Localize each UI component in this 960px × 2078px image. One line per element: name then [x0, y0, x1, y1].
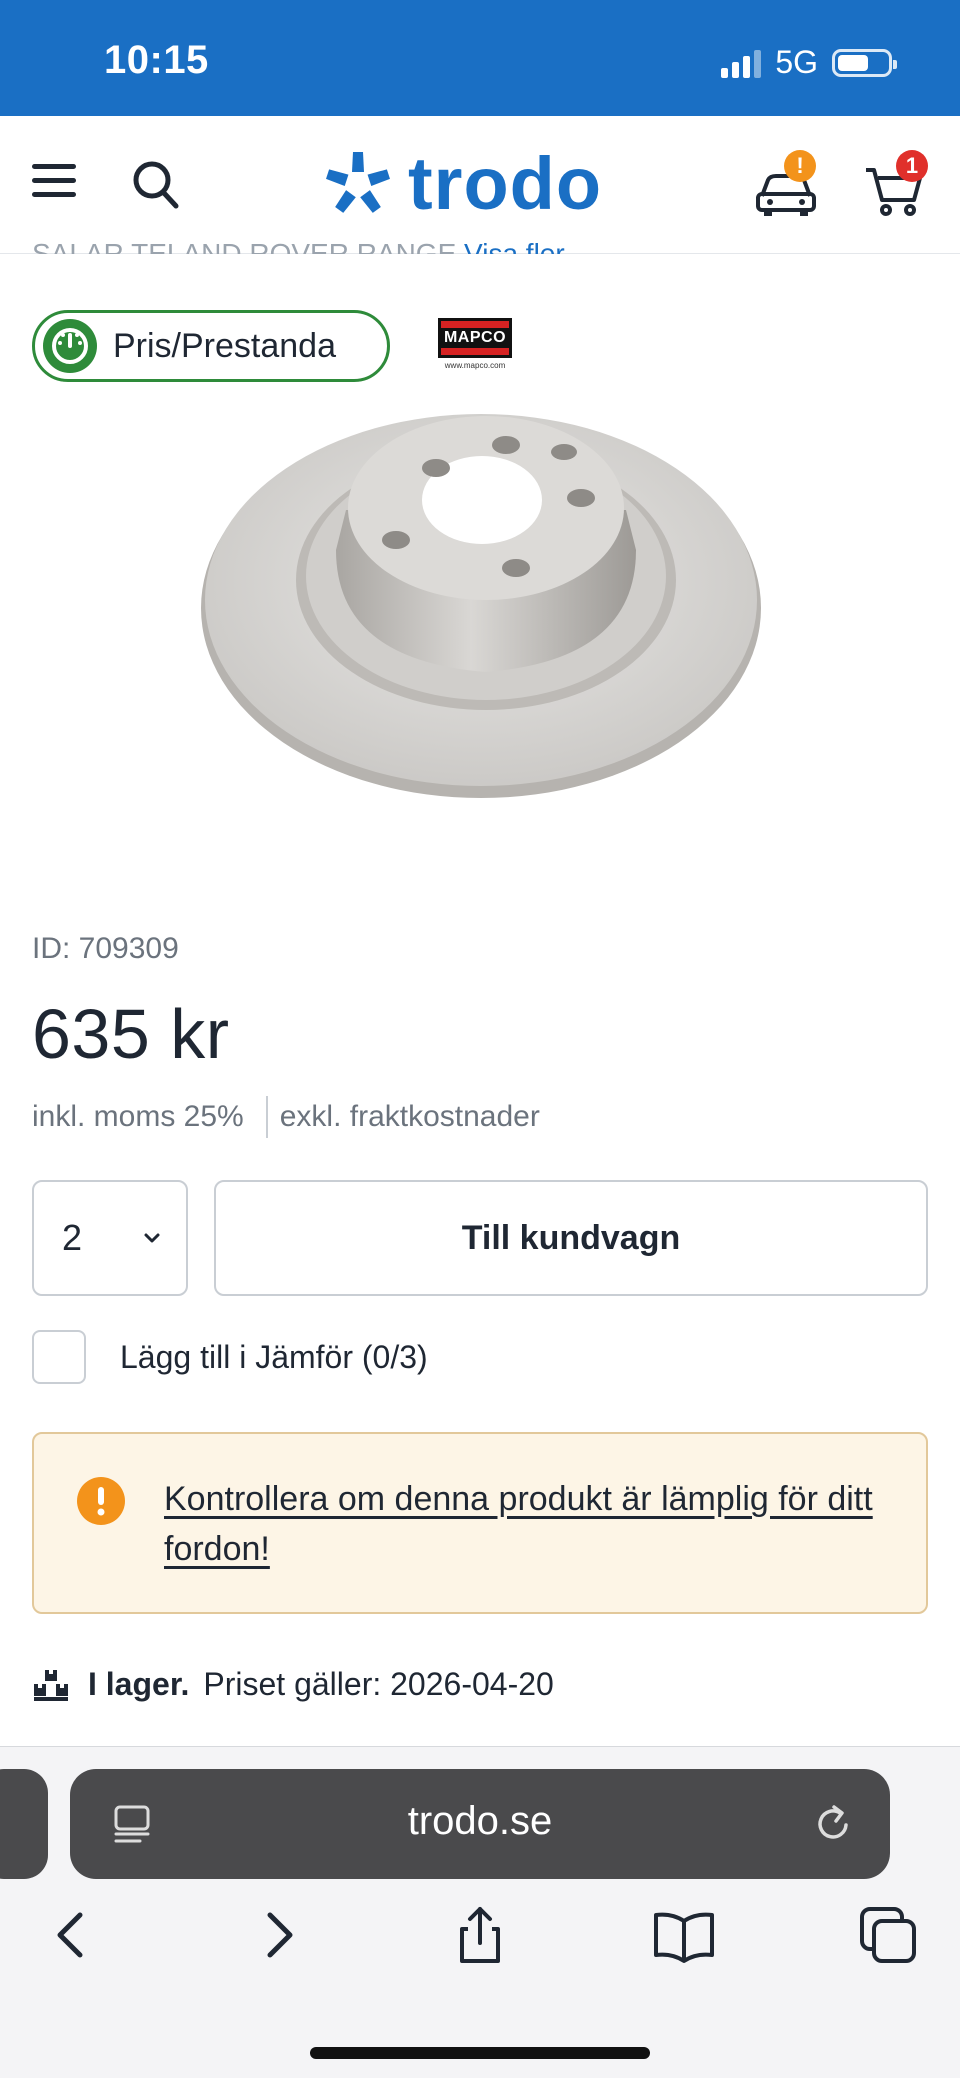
- show-more-link[interactable]: Visa fler: [464, 238, 565, 254]
- product-id: ID: 709309: [32, 932, 179, 965]
- forward-icon[interactable]: [246, 1903, 310, 1967]
- car-badge: !: [784, 150, 816, 182]
- product-price: 635 kr: [32, 995, 230, 1073]
- network-type: 5G: [775, 44, 818, 80]
- stock-status: I lager. Priset gäller: 2026-04-20: [32, 1666, 554, 1703]
- reload-icon[interactable]: [812, 1803, 854, 1845]
- star-asterisk-icon: [326, 152, 390, 213]
- site-header: trodo ! 1: [0, 116, 960, 254]
- logo-text: trodo: [408, 142, 603, 225]
- tax-note: inkl. moms 25%: [32, 1100, 244, 1133]
- fitment-alert: Kontrollera om denna produkt är lämplig …: [32, 1432, 928, 1614]
- brake-disc-image[interactable]: [186, 390, 776, 810]
- shipping-note: exkl. fraktkostnader: [279, 1100, 540, 1133]
- trodo-logo[interactable]: trodo: [322, 142, 603, 225]
- divider: [265, 1096, 268, 1138]
- search-icon[interactable]: [130, 158, 182, 212]
- browser-toolbar: [0, 1903, 960, 1973]
- status-indicators: 5G: [721, 44, 897, 81]
- price-notes: inkl. moms 25% exkl. fraktkostnader: [32, 1096, 540, 1138]
- back-icon[interactable]: [40, 1903, 104, 1967]
- browser-chrome: trodo.se: [0, 1746, 960, 2078]
- share-icon[interactable]: [448, 1903, 512, 1967]
- exclamation-circle-icon: [77, 1477, 125, 1525]
- brand-logo: MAPCO www.mapco.com: [438, 318, 512, 374]
- status-bar: 10:15 5G: [0, 0, 960, 116]
- pill-label: Pris/Prestanda: [113, 326, 336, 365]
- quantity-select[interactable]: 2: [32, 1180, 188, 1296]
- compare-label[interactable]: Lägg till i Jämför (0/3): [120, 1339, 428, 1376]
- car-icon[interactable]: !: [752, 150, 820, 220]
- battery-icon: [832, 48, 897, 77]
- chevron-down-icon: [144, 1233, 160, 1243]
- compare-row[interactable]: Lägg till i Jämför (0/3): [32, 1330, 428, 1384]
- quantity-value: 2: [62, 1217, 83, 1258]
- price-valid-date: Priset gäller: 2026-04-20: [203, 1666, 554, 1702]
- url-text[interactable]: trodo.se: [70, 1799, 890, 1844]
- tabs-icon[interactable]: [856, 1903, 920, 1967]
- address-bar[interactable]: trodo.se: [70, 1769, 890, 1879]
- home-indicator: [310, 2047, 650, 2059]
- shopping-cart-icon[interactable]: 1: [862, 150, 928, 220]
- vehicle-fitment-text: SALAR TELAND ROVER RANGE Visa fler: [32, 238, 565, 254]
- boxes-icon: [34, 1669, 68, 1701]
- signal-icon: [721, 48, 762, 78]
- speedometer-icon: [43, 319, 97, 373]
- cart-badge: 1: [896, 150, 928, 182]
- fitment-check-link[interactable]: Kontrollera om denna produkt är lämplig …: [164, 1474, 904, 1574]
- status-time: 10:15: [104, 38, 209, 82]
- add-to-cart-button[interactable]: Till kundvagn: [214, 1180, 928, 1296]
- compare-checkbox[interactable]: [32, 1330, 86, 1384]
- hamburger-menu-icon[interactable]: [32, 164, 76, 204]
- price-performance-badge: Pris/Prestanda: [32, 310, 390, 382]
- bookmarks-icon[interactable]: [652, 1903, 716, 1967]
- stock-label: I lager.: [88, 1666, 190, 1702]
- previous-tab[interactable]: [0, 1769, 48, 1879]
